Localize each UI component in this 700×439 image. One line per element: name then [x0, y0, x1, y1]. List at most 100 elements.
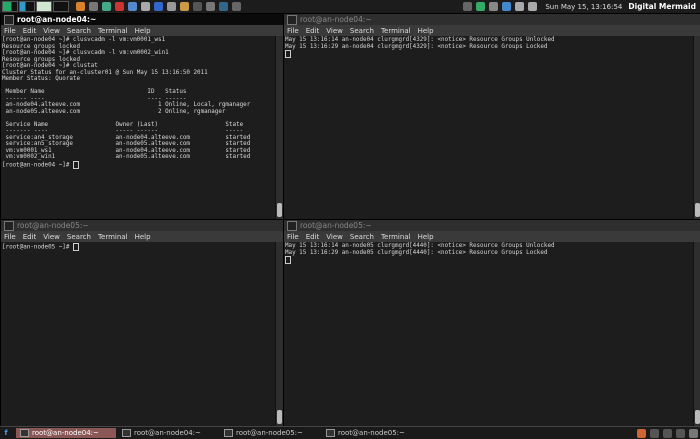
scrollbar-thumb[interactable]: [695, 203, 700, 217]
messenger-icon[interactable]: [128, 2, 137, 11]
window-titlebar[interactable]: root@an-node04:~: [284, 14, 700, 25]
firefox-icon[interactable]: [76, 2, 85, 11]
image-viewer-icon[interactable]: [180, 2, 189, 11]
notification-icon[interactable]: [463, 2, 473, 11]
terminal-cursor: [72, 160, 79, 169]
settings-icon[interactable]: [193, 2, 202, 11]
terminal-cursor: [72, 243, 79, 251]
network-tool-icon[interactable]: [219, 2, 228, 11]
system-monitor[interactable]: [2, 1, 70, 12]
menu-terminal[interactable]: Terminal: [381, 27, 411, 35]
terminal-output[interactable]: [root@an-node05 ~]#: [1, 242, 275, 426]
terminal-window-node04-log[interactable]: root@an-node04:~ File Edit View Search T…: [283, 13, 700, 220]
menu-terminal[interactable]: Terminal: [381, 233, 411, 241]
terminal-output[interactable]: May 15 13:16:14 an-node04 clurgmgrd[4329…: [284, 36, 693, 219]
calculator-icon[interactable]: [206, 2, 215, 11]
media-icon[interactable]: [115, 2, 124, 11]
scrollbar[interactable]: [275, 36, 283, 219]
trash-icon[interactable]: [689, 428, 698, 438]
terminal-icon: [122, 429, 131, 437]
update-icon[interactable]: [476, 2, 486, 11]
menu-search[interactable]: Search: [350, 27, 374, 35]
menu-search[interactable]: Search: [67, 233, 91, 241]
window-title: root@an-node05:~: [300, 221, 372, 230]
menu-help[interactable]: Help: [418, 233, 434, 241]
terminal-cursor: [285, 50, 291, 58]
window-titlebar[interactable]: root@an-node05:~: [1, 220, 283, 231]
scrollbar[interactable]: [275, 242, 283, 426]
text-editor-icon[interactable]: [167, 2, 176, 11]
scrollbar[interactable]: [693, 242, 700, 426]
scrollbar[interactable]: [693, 36, 700, 219]
workspace-4-icon[interactable]: [676, 428, 685, 438]
scrollbar-thumb[interactable]: [695, 410, 700, 424]
terminal-line: [285, 50, 692, 58]
terminal-output[interactable]: [root@an-node04 ~]# clusvcadm -l vm:vm00…: [1, 36, 275, 219]
menu-edit[interactable]: Edit: [306, 27, 320, 35]
menu-help[interactable]: Help: [135, 27, 151, 35]
clock[interactable]: Sun May 15, 13:16:54: [545, 3, 622, 11]
bluetooth-icon[interactable]: [502, 2, 512, 11]
files-icon[interactable]: [141, 2, 150, 11]
menu-view[interactable]: View: [326, 233, 343, 241]
scrollbar-thumb[interactable]: [277, 410, 282, 424]
monitor-icon[interactable]: [232, 2, 241, 11]
terminal-launcher-icon[interactable]: [89, 2, 98, 11]
menu-edit[interactable]: Edit: [23, 27, 37, 35]
menu-search[interactable]: Search: [67, 27, 91, 35]
terminal-window-node05-log[interactable]: root@an-node05:~ File Edit View Search T…: [283, 219, 700, 427]
workspace-1-icon[interactable]: [637, 428, 646, 438]
taskbar-item-node04-log[interactable]: root@an-node04:~: [118, 428, 218, 438]
menu-view[interactable]: View: [326, 27, 343, 35]
terminal-icon: [224, 429, 233, 437]
workspace-2-icon[interactable]: [650, 428, 659, 438]
memory-meter[interactable]: [19, 1, 35, 12]
workspace-3-icon[interactable]: [663, 428, 672, 438]
fedora-menu-icon[interactable]: f: [0, 428, 12, 438]
app-launcher-icon[interactable]: [102, 2, 111, 11]
launcher-bar: [74, 2, 243, 11]
network-icon[interactable]: [515, 2, 525, 11]
menu-edit[interactable]: Edit: [306, 233, 320, 241]
menu-edit[interactable]: Edit: [23, 233, 37, 241]
terminal-icon: [287, 220, 297, 231]
workspace-switcher[interactable]: [635, 428, 700, 438]
menu-bar: File Edit View Search Terminal Help: [284, 231, 700, 242]
window-title: root@an-node05:~: [17, 221, 89, 230]
scrollbar-thumb[interactable]: [277, 203, 282, 217]
menu-help[interactable]: Help: [135, 233, 151, 241]
terminal-line: [root@an-node05 ~]#: [2, 243, 274, 251]
taskbar-item-node05-log[interactable]: root@an-node05:~: [322, 428, 422, 438]
network-meter[interactable]: [36, 1, 52, 12]
top-panel: Sun May 15, 13:16:54 Digital Mermaid: [0, 0, 700, 14]
menu-bar: File Edit View Search Terminal Help: [1, 25, 283, 36]
menu-file[interactable]: File: [4, 233, 16, 241]
skype-icon[interactable]: [154, 2, 163, 11]
taskbar-item-node05-main[interactable]: root@an-node05:~: [220, 428, 320, 438]
terminal-output[interactable]: May 15 13:16:14 an-node05 clurgmgrd[4440…: [284, 242, 693, 426]
menu-file[interactable]: File: [287, 233, 299, 241]
window-titlebar[interactable]: root@an-node05:~: [284, 220, 700, 231]
menu-file[interactable]: File: [287, 27, 299, 35]
menu-help[interactable]: Help: [418, 27, 434, 35]
menu-terminal[interactable]: Terminal: [98, 27, 128, 35]
user-menu[interactable]: Digital Mermaid: [628, 2, 696, 11]
menu-view[interactable]: View: [43, 27, 60, 35]
volume-icon[interactable]: [528, 2, 538, 11]
menu-bar: File Edit View Search Terminal Help: [1, 231, 283, 242]
menu-terminal[interactable]: Terminal: [98, 233, 128, 241]
taskbar-item-label: root@an-node05:~: [338, 429, 405, 437]
taskbar-item-node04-main[interactable]: root@an-node04:~: [16, 428, 116, 438]
window-titlebar[interactable]: root@an-node04:~: [1, 14, 283, 25]
terminal-window-node05[interactable]: root@an-node05:~ File Edit View Search T…: [0, 219, 284, 427]
taskbar-item-label: root@an-node05:~: [236, 429, 303, 437]
menu-view[interactable]: View: [43, 233, 60, 241]
terminal-window-node04[interactable]: root@an-node04:~ File Edit View Search T…: [0, 13, 284, 220]
menu-search[interactable]: Search: [350, 233, 374, 241]
cpu-meter[interactable]: [2, 1, 18, 12]
keyboard-icon[interactable]: [489, 2, 499, 11]
terminal-icon: [4, 220, 14, 231]
taskbar-item-label: root@an-node04:~: [134, 429, 201, 437]
swap-meter[interactable]: [53, 1, 69, 12]
menu-file[interactable]: File: [4, 27, 16, 35]
